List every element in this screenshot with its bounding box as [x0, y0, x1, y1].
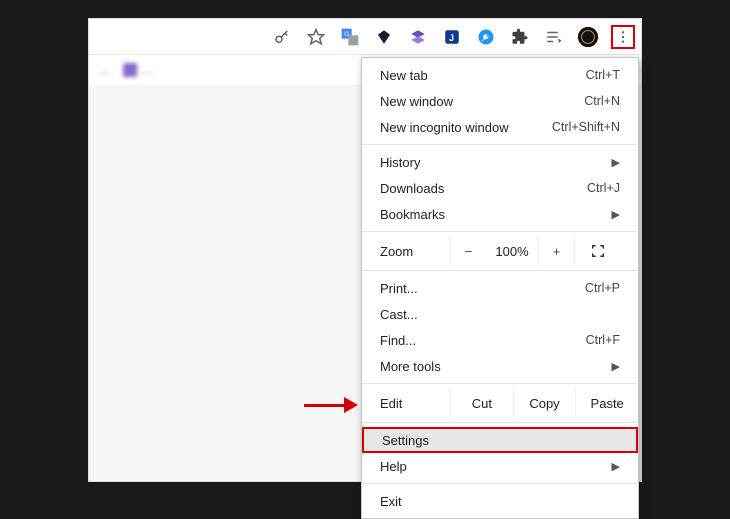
menu-more-tools[interactable]: More tools ▶	[362, 353, 638, 379]
shield-j-icon[interactable]: J	[441, 26, 463, 48]
avatar-icon[interactable]	[577, 26, 599, 48]
svg-text:J: J	[449, 32, 454, 42]
submenu-arrow-icon: ▶	[612, 208, 620, 221]
menu-cast[interactable]: Cast...	[362, 301, 638, 327]
bookmark-item[interactable]: …	[99, 63, 111, 77]
menu-label: Print...	[380, 281, 418, 296]
menu-label: Find...	[380, 333, 416, 348]
menu-label: Settings	[382, 433, 429, 448]
menu-shortcut: Ctrl+T	[586, 68, 620, 82]
more-button[interactable]	[611, 25, 635, 49]
menu-label: Help	[380, 459, 407, 474]
menu-separator	[362, 383, 638, 384]
zoom-out-button[interactable]: −	[450, 236, 486, 266]
annotation-arrow	[304, 397, 358, 413]
menu-exit[interactable]: Exit	[362, 488, 638, 514]
menu-label: New window	[380, 94, 453, 109]
menu-label: Bookmarks	[380, 207, 445, 222]
submenu-arrow-icon: ▶	[612, 360, 620, 373]
bookmark-label: …	[99, 63, 111, 77]
menu-find[interactable]: Find... Ctrl+F	[362, 327, 638, 353]
menu-history[interactable]: History ▶	[362, 149, 638, 175]
bookmark-favicon	[123, 63, 137, 77]
fullscreen-button[interactable]	[574, 236, 620, 266]
puzzle-icon[interactable]	[509, 26, 531, 48]
menu-separator	[362, 483, 638, 484]
menu-new-window[interactable]: New window Ctrl+N	[362, 88, 638, 114]
star-icon[interactable]	[305, 26, 327, 48]
menu-shortcut: Ctrl+N	[584, 94, 620, 108]
menu-separator	[362, 231, 638, 232]
menu-print[interactable]: Print... Ctrl+P	[362, 275, 638, 301]
menu-separator	[362, 422, 638, 423]
menu-shortcut: Ctrl+Shift+N	[552, 120, 620, 134]
menu-label: New incognito window	[380, 120, 509, 135]
menu-label: More tools	[380, 359, 441, 374]
menu-shortcut: Ctrl+J	[587, 181, 620, 195]
browser-window: G J … …	[88, 18, 642, 482]
gem-icon[interactable]	[373, 26, 395, 48]
submenu-arrow-icon: ▶	[612, 460, 620, 473]
menu-shortcut: Ctrl+P	[585, 281, 620, 295]
menu-bookmarks[interactable]: Bookmarks ▶	[362, 201, 638, 227]
bookmark-label: …	[141, 63, 153, 77]
menu-label: New tab	[380, 68, 428, 83]
zoom-in-button[interactable]: +	[538, 236, 574, 266]
menu-new-incognito[interactable]: New incognito window Ctrl+Shift+N	[362, 114, 638, 140]
copy-button[interactable]: Copy	[513, 388, 576, 418]
menu-label: Zoom	[362, 244, 450, 259]
menu-new-tab[interactable]: New tab Ctrl+T	[362, 62, 638, 88]
key-icon[interactable]	[271, 26, 293, 48]
menu-label: Downloads	[380, 181, 444, 196]
menu-help[interactable]: Help ▶	[362, 453, 638, 479]
menu-downloads[interactable]: Downloads Ctrl+J	[362, 175, 638, 201]
stack-icon[interactable]	[407, 26, 429, 48]
translate-icon[interactable]: G	[339, 26, 361, 48]
menu-label: Exit	[380, 494, 402, 509]
menu-settings[interactable]: Settings	[362, 427, 638, 453]
menu-separator	[362, 270, 638, 271]
menu-edit: Edit Cut Copy Paste	[362, 388, 638, 418]
bookmark-item[interactable]: …	[123, 63, 153, 77]
menu-label: Cast...	[380, 307, 418, 322]
menu-label: History	[380, 155, 420, 170]
menu-zoom: Zoom − 100% +	[362, 236, 638, 266]
submenu-arrow-icon: ▶	[612, 156, 620, 169]
playlist-icon[interactable]	[543, 26, 565, 48]
cut-button[interactable]: Cut	[450, 388, 513, 418]
chrome-menu: New tab Ctrl+T New window Ctrl+N New inc…	[361, 57, 639, 519]
toolbar: G J	[89, 19, 641, 55]
menu-shortcut: Ctrl+F	[586, 333, 620, 347]
menu-separator	[362, 144, 638, 145]
wrench-icon[interactable]	[475, 26, 497, 48]
menu-label: Edit	[362, 396, 450, 411]
svg-text:G: G	[344, 31, 349, 38]
paste-button[interactable]: Paste	[575, 388, 638, 418]
zoom-value: 100%	[486, 244, 538, 259]
